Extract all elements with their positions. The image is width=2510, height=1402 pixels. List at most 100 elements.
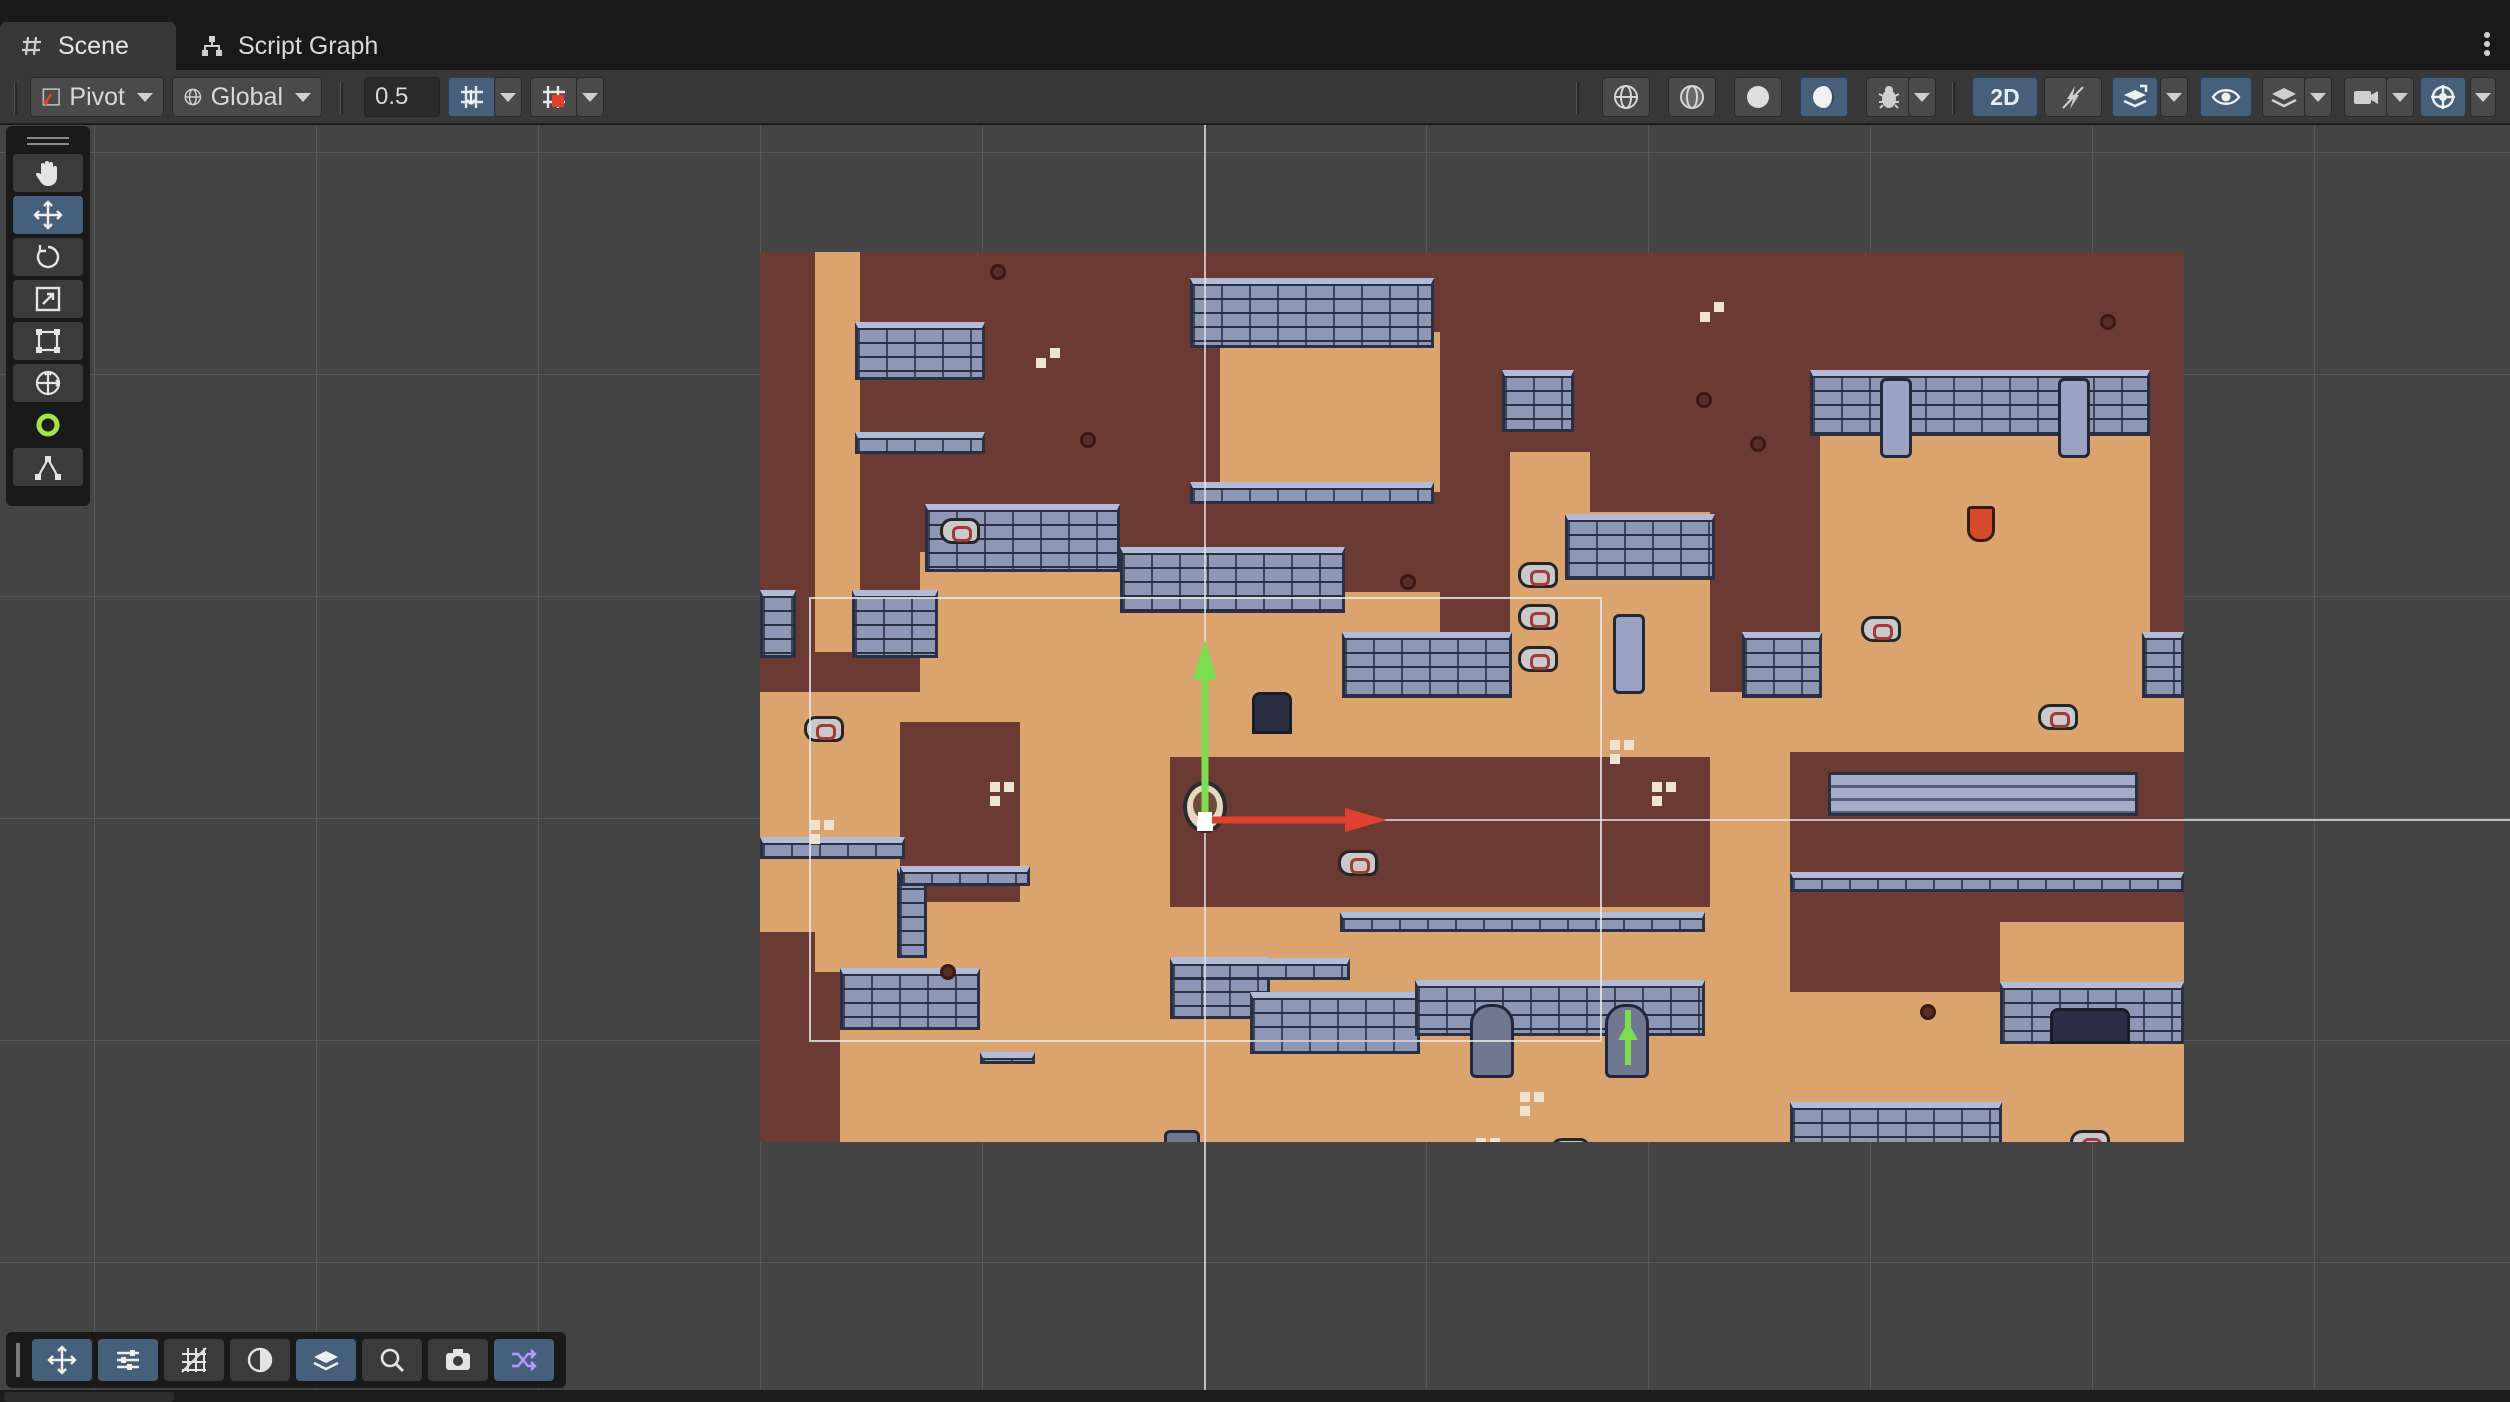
overlay-toolbar [6, 1332, 566, 1388]
effects-button[interactable] [2112, 77, 2158, 117]
grass-tuft [1652, 782, 1682, 810]
scale-tool-button[interactable] [13, 280, 83, 318]
stone-wall [855, 432, 985, 454]
stone-wall [855, 322, 985, 380]
transform-tool-button[interactable] [13, 364, 83, 402]
unlit-shading-button[interactable] [1734, 77, 1782, 117]
overlay-toolbar-grip[interactable] [16, 1343, 20, 1377]
shading-icon [247, 1347, 273, 1373]
effects-options[interactable] [2160, 77, 2188, 117]
shuffle-icon [512, 1349, 537, 1371]
scene-layers-button[interactable] [2262, 77, 2306, 117]
overlay-layers-button[interactable] [296, 1339, 356, 1381]
globe-icon [184, 88, 202, 106]
lit-shading-button[interactable] [1800, 77, 1848, 117]
pivot-dropdown[interactable]: Pivot [30, 77, 164, 117]
stone-wall [1810, 370, 2150, 436]
chevron-down-icon [2475, 92, 2491, 102]
grid-snap-button[interactable] [448, 77, 496, 117]
scene-toolbar: Pivot Global 0.5 2D [0, 70, 2510, 124]
lighting-off-icon [2062, 86, 2084, 109]
chevron-down-icon [2310, 92, 2326, 102]
wireframe-sphere-icon [1614, 85, 1638, 109]
red-banner [1967, 506, 1995, 542]
stone-pillar [1880, 378, 1912, 458]
overlay-camera-button[interactable] [428, 1339, 488, 1381]
overlay-move-button[interactable] [32, 1339, 92, 1381]
view-tool-button[interactable] [13, 154, 83, 192]
lighting-toggle-button[interactable] [2044, 77, 2102, 117]
pebble [1400, 574, 1416, 590]
pebble [1696, 392, 1712, 408]
chevron-down-icon [1914, 92, 1930, 102]
camera-icon [446, 1349, 470, 1370]
sliders-icon [117, 1350, 139, 1370]
chevron-down-icon [295, 92, 311, 102]
global-dropdown[interactable]: Global [172, 77, 322, 117]
window-bottom-edge [0, 1390, 2510, 1402]
bug-icon [1878, 86, 1900, 109]
chevron-down-icon [137, 92, 153, 102]
stone-wall [1565, 514, 1715, 580]
shaded-wireframe-sphere-icon [1680, 85, 1704, 109]
rect-tool-button[interactable] [13, 322, 83, 360]
rotate-tool-button[interactable] [13, 238, 83, 276]
chevron-down-icon [2166, 92, 2182, 102]
wireframe-shading-button[interactable] [1602, 77, 1650, 117]
debug-draw-mode-options[interactable] [1908, 77, 1936, 117]
grid-visibility-button[interactable] [530, 77, 578, 117]
pivot-icon [42, 88, 60, 106]
sand-room [1220, 332, 1440, 492]
toggle-2d-button[interactable]: 2D [1972, 77, 2038, 117]
grid-visibility-options[interactable] [576, 77, 604, 117]
chevron-down-icon [582, 92, 598, 102]
gizmos-options[interactable] [2470, 77, 2496, 117]
grass-tuft [1610, 740, 1640, 768]
scene-visibility-button[interactable] [2200, 77, 2252, 117]
stone-wall [1790, 872, 2184, 892]
rect-tool-icon [36, 329, 60, 353]
spline-tool-button[interactable] [13, 448, 83, 486]
gizmo-icon [2431, 85, 2455, 109]
gizmos-button[interactable] [2420, 77, 2466, 117]
tab-scene[interactable]: Scene [0, 22, 176, 70]
debug-draw-mode-button[interactable] [1866, 77, 1912, 117]
dungeon-gate [2050, 1008, 2130, 1044]
palette-drag-handle[interactable] [13, 132, 83, 150]
tools-palette [6, 126, 90, 506]
stone-wall [980, 1052, 1035, 1064]
scene-camera-button[interactable] [2344, 77, 2388, 117]
custom-tool-button[interactable] [13, 406, 83, 444]
pivot-label: Pivot [69, 82, 125, 111]
move-icon [33, 200, 63, 230]
toolbar-grip[interactable] [14, 82, 17, 114]
snap-increment-field[interactable]: 0.5 [364, 77, 440, 117]
toolbar-divider [1952, 82, 1955, 114]
grass-tuft [1700, 302, 1730, 330]
more-options-icon[interactable] [2482, 30, 2492, 58]
grid-visibility-icon [543, 86, 565, 108]
overlay-grid-button[interactable] [164, 1339, 224, 1381]
player-sprite[interactable] [1181, 775, 1229, 835]
solid-sphere-icon [1747, 86, 1769, 108]
crate [1164, 1130, 1200, 1142]
rock-prop [1861, 616, 1901, 642]
toolbar-divider [340, 82, 343, 114]
tab-script-graph[interactable]: Script Graph [180, 22, 398, 70]
stone-wall [1742, 632, 1822, 698]
scene-layers-options[interactable] [2304, 77, 2332, 117]
search-icon [380, 1348, 405, 1373]
move-tool-button[interactable] [13, 196, 83, 234]
overlay-search-button[interactable] [362, 1339, 422, 1381]
overlay-settings-button[interactable] [98, 1339, 158, 1381]
overlay-shading-button[interactable] [230, 1339, 290, 1381]
pebble [1920, 1004, 1936, 1020]
grid-snap-options[interactable] [494, 77, 522, 117]
spline-tool-icon [35, 456, 61, 480]
sand-room [1820, 392, 2150, 722]
overlay-shuffle-button[interactable] [494, 1339, 554, 1381]
scene-camera-options[interactable] [2386, 77, 2414, 117]
shaded-wireframe-button[interactable] [1668, 77, 1716, 117]
layers-icon [313, 1351, 339, 1371]
lit-sphere-icon [1813, 86, 1835, 108]
